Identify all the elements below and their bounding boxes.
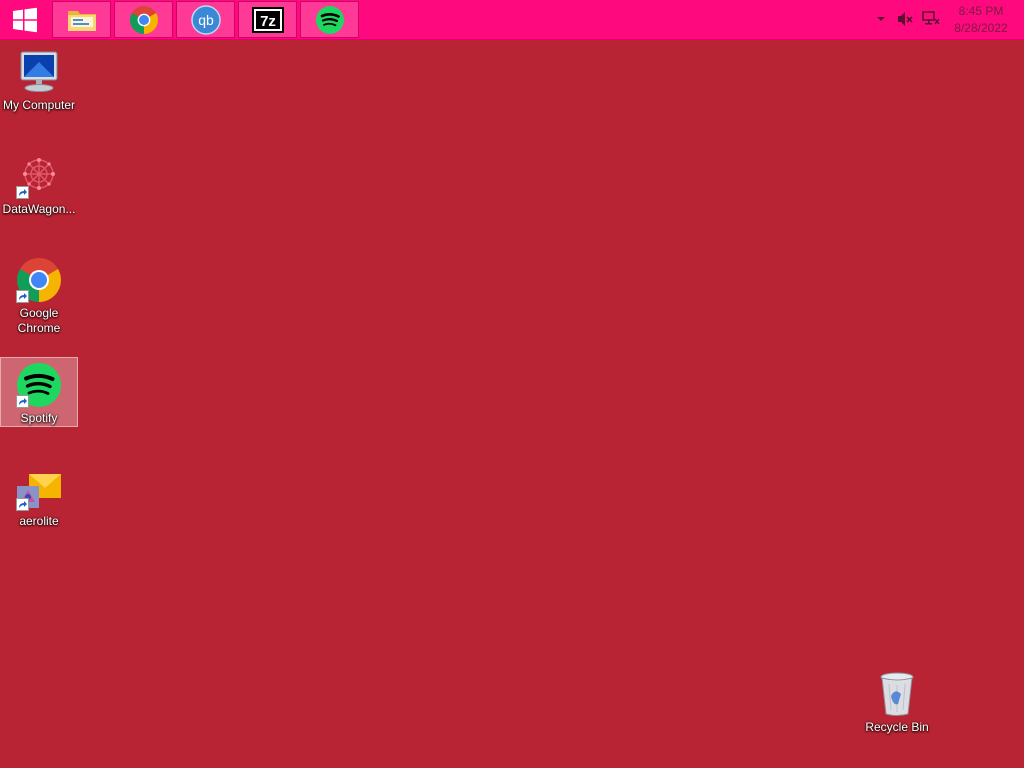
windows-logo-icon: [13, 7, 37, 32]
volume-muted-icon[interactable]: [896, 10, 914, 28]
desktop-icon-datawagon[interactable]: DataWagon...: [0, 152, 78, 217]
taskbar-file-explorer-button[interactable]: [52, 1, 111, 38]
7zip-icon: 7z: [251, 6, 284, 33]
desktop-icon-recycle-bin[interactable]: Recycle Bin: [858, 670, 936, 735]
svg-text:7z: 7z: [260, 13, 276, 30]
show-hidden-icons-icon[interactable]: [876, 14, 886, 24]
computer-icon: [20, 51, 58, 92]
desktop-icon-google-chrome[interactable]: Google Chrome: [0, 256, 78, 336]
spotify-icon: [315, 5, 344, 34]
chrome-icon: [129, 5, 158, 34]
svg-text:qb: qb: [198, 12, 214, 28]
network-icon[interactable]: [922, 10, 940, 28]
taskbar-7zip-button[interactable]: 7z: [238, 1, 297, 38]
taskbar: qb 7z 8:45 PM 8/28/2022: [0, 0, 1024, 40]
recycle-bin-icon: [880, 672, 914, 716]
desktop-icon-my-computer[interactable]: My Computer: [0, 48, 78, 113]
desktop-icon-label: DataWagon...: [2, 202, 76, 216]
desktop-icon-aerolite[interactable]: aerolite: [0, 464, 78, 529]
desktop-icon-label: Spotify: [20, 411, 58, 425]
shortcut-arrow-icon: [16, 498, 29, 511]
desktop-icon-label: My Computer: [2, 98, 76, 112]
clock-time: 8:45 PM: [958, 4, 1004, 18]
shortcut-arrow-icon: [16, 290, 29, 303]
desktop-icon-spotify[interactable]: Spotify: [0, 357, 78, 427]
system-clock[interactable]: 8:45 PM 8/28/2022: [948, 3, 1014, 37]
shortcut-arrow-icon: [16, 186, 29, 199]
clock-date: 8/28/2022: [954, 21, 1008, 35]
desktop-icon-label: aerolite: [19, 514, 59, 528]
desktop-icon-label: Google Chrome: [17, 306, 61, 335]
taskbar-qbittorrent-button[interactable]: qb: [176, 1, 235, 38]
start-button[interactable]: [0, 0, 50, 39]
qbittorrent-icon: qb: [190, 4, 221, 35]
shortcut-arrow-icon: [16, 395, 29, 408]
folder-icon: [67, 10, 96, 31]
taskbar-chrome-button[interactable]: [114, 1, 173, 38]
taskbar-spotify-button[interactable]: [300, 1, 359, 38]
desktop-icon-label: Recycle Bin: [865, 720, 929, 734]
